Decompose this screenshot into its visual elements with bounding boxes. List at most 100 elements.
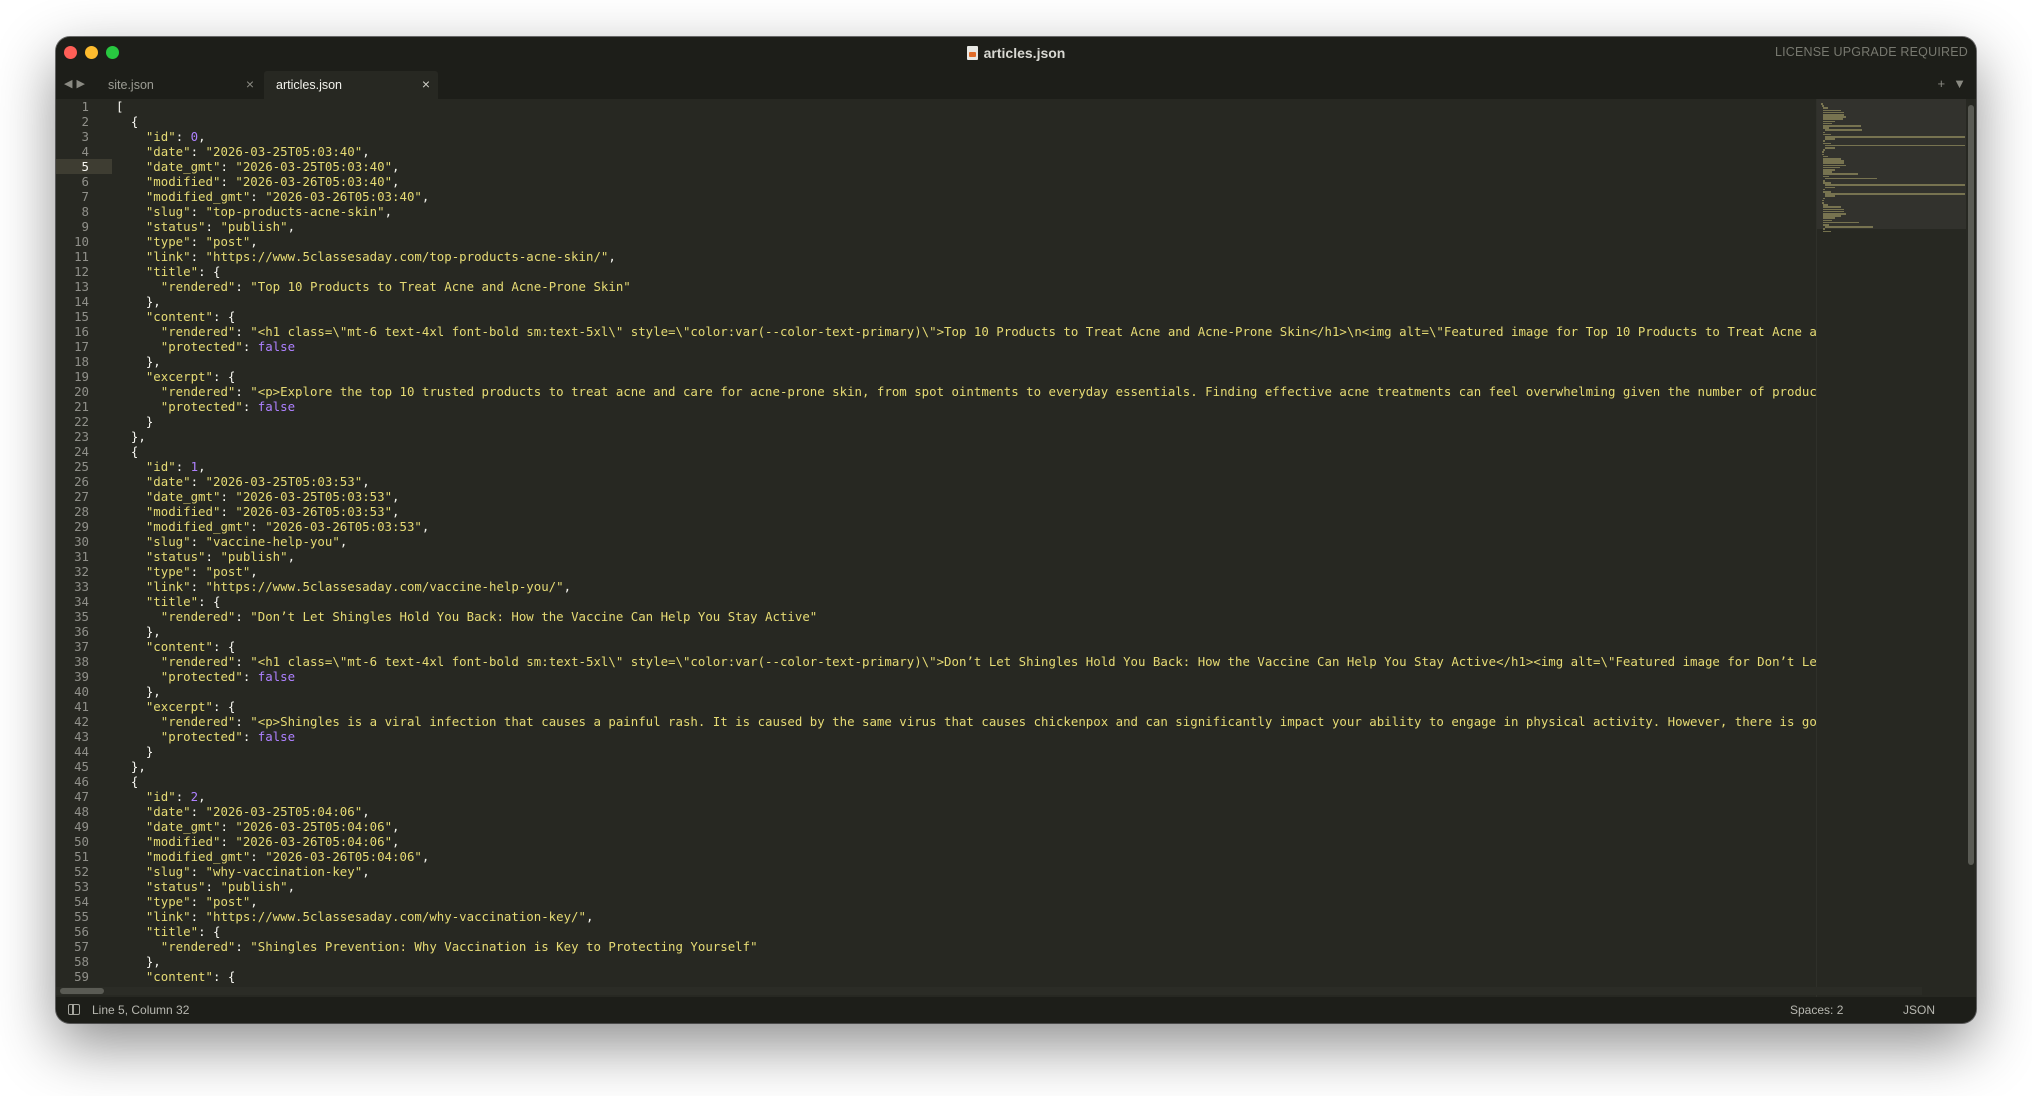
code-line[interactable]: "modified": "2026-03-26T05:04:06", — [112, 834, 1922, 849]
tab-close-icon[interactable]: × — [422, 76, 430, 92]
code-line[interactable]: }, — [112, 954, 1922, 969]
code-line[interactable]: "slug": "vaccine-help-you", — [112, 534, 1922, 549]
line-number: 43 — [74, 729, 89, 744]
code-line[interactable]: "rendered": "<h1 class=\"mt-6 text-4xl f… — [112, 324, 1922, 339]
code-line[interactable]: "content": { — [112, 639, 1922, 654]
line-number: 34 — [74, 594, 89, 609]
code-line[interactable]: "content": { — [112, 969, 1922, 984]
code-line[interactable]: "protected": false — [112, 339, 1922, 354]
code-line[interactable]: }, — [112, 624, 1922, 639]
code-line[interactable]: "id": 1, — [112, 459, 1922, 474]
line-number: 28 — [74, 504, 89, 519]
syntax-selector[interactable]: JSON — [1903, 1003, 1935, 1017]
minimap[interactable] — [1816, 99, 1966, 997]
code-line[interactable]: }, — [112, 354, 1922, 369]
code-line[interactable]: "title": { — [112, 594, 1922, 609]
code-line[interactable]: "title": { — [112, 924, 1922, 939]
code-line[interactable]: [ — [112, 99, 1922, 114]
horizontal-scrollbar[interactable] — [56, 987, 1922, 995]
code-line[interactable]: }, — [112, 684, 1922, 699]
code-line[interactable]: "rendered": "Top 10 Products to Treat Ac… — [112, 279, 1922, 294]
code-line[interactable]: "id": 2, — [112, 789, 1922, 804]
code-line[interactable]: "date": "2026-03-25T05:04:06", — [112, 804, 1922, 819]
back-arrow-icon[interactable]: ◀ — [64, 77, 72, 90]
code-line[interactable]: "status": "publish", — [112, 219, 1922, 234]
code-line[interactable]: "protected": false — [112, 399, 1922, 414]
tab-menu-icon[interactable]: ▼ — [1953, 76, 1966, 91]
code-line[interactable]: "date_gmt": "2026-03-25T05:03:53", — [112, 489, 1922, 504]
code-line[interactable]: "modified": "2026-03-26T05:03:40", — [112, 174, 1922, 189]
code-line[interactable]: "rendered": "<p>Explore the top 10 trust… — [112, 384, 1922, 399]
code-line[interactable]: }, — [112, 429, 1922, 444]
code-line[interactable]: } — [112, 744, 1922, 759]
line-number: 38 — [74, 654, 89, 669]
code-line[interactable]: "protected": false — [112, 729, 1922, 744]
code-line[interactable]: "content": { — [112, 309, 1922, 324]
code-line[interactable]: }, — [112, 294, 1922, 309]
code-line[interactable]: } — [112, 414, 1922, 429]
code-line[interactable]: "id": 0, — [112, 129, 1922, 144]
code-line[interactable]: "date_gmt": "2026-03-25T05:03:40", — [112, 159, 1922, 174]
new-tab-icon[interactable]: + — [1938, 76, 1946, 91]
code-line[interactable]: "rendered": "Shingles Prevention: Why Va… — [112, 939, 1922, 954]
code-line[interactable]: "title": { — [112, 264, 1922, 279]
tab-site-json[interactable]: site.json × — [96, 71, 262, 99]
line-number: 42 — [74, 714, 89, 729]
code-line[interactable]: "modified_gmt": "2026-03-26T05:03:40", — [112, 189, 1922, 204]
code-line[interactable]: "excerpt": { — [112, 699, 1922, 714]
code-line[interactable]: { — [112, 444, 1922, 459]
code-line[interactable]: "status": "publish", — [112, 549, 1922, 564]
line-number: 54 — [74, 894, 89, 909]
code-line[interactable]: "type": "post", — [112, 564, 1922, 579]
minimap-line — [1824, 195, 1836, 197]
cursor-position[interactable]: Line 5, Column 32 — [92, 1003, 189, 1017]
minimap-line — [1824, 129, 1863, 131]
code-line[interactable]: "rendered": "<p>Shingles is a viral infe… — [112, 714, 1922, 729]
code-line[interactable]: "link": "https://www.5classesaday.com/to… — [112, 249, 1922, 264]
tab-label: site.json — [108, 78, 154, 92]
close-window-icon[interactable] — [64, 46, 77, 59]
code-line[interactable]: "modified": "2026-03-26T05:03:53", — [112, 504, 1922, 519]
code-line[interactable]: "link": "https://www.5classesaday.com/va… — [112, 579, 1922, 594]
code-view[interactable]: [ { "id": 0, "date": "2026-03-25T05:03:4… — [112, 99, 1922, 997]
code-line[interactable]: "link": "https://www.5classesaday.com/wh… — [112, 909, 1922, 924]
code-line[interactable]: "excerpt": { — [112, 369, 1922, 384]
line-number: 24 — [74, 444, 89, 459]
line-number: 23 — [74, 429, 89, 444]
code-line[interactable]: }, — [112, 759, 1922, 774]
maximize-icon[interactable] — [106, 46, 119, 59]
code-line[interactable]: "rendered": "Don’t Let Shingles Hold You… — [112, 609, 1922, 624]
code-line[interactable]: "date_gmt": "2026-03-25T05:04:06", — [112, 819, 1922, 834]
code-line[interactable]: { — [112, 774, 1922, 789]
code-line[interactable]: { — [112, 114, 1922, 129]
horizontal-scroll-thumb[interactable] — [60, 988, 104, 994]
minimize-icon[interactable] — [85, 46, 98, 59]
line-number: 3 — [81, 129, 89, 144]
code-line[interactable]: "modified_gmt": "2026-03-26T05:03:53", — [112, 519, 1922, 534]
sidebar-toggle-icon[interactable] — [68, 1004, 80, 1015]
code-line[interactable]: "date": "2026-03-25T05:03:53", — [112, 474, 1922, 489]
minimap-line — [1824, 184, 1965, 186]
line-number: 31 — [74, 549, 89, 564]
code-line[interactable]: "slug": "why-vaccination-key", — [112, 864, 1922, 879]
tab-close-icon[interactable]: × — [246, 76, 254, 92]
tab-articles-json[interactable]: articles.json × — [264, 71, 438, 99]
line-number: 21 — [74, 399, 89, 414]
code-line[interactable]: "rendered": "<h1 class=\"mt-6 text-4xl f… — [112, 654, 1922, 669]
line-number: 49 — [74, 819, 89, 834]
code-line[interactable]: "status": "publish", — [112, 879, 1922, 894]
code-line[interactable]: "type": "post", — [112, 234, 1922, 249]
code-line[interactable]: "slug": "top-products-acne-skin", — [112, 204, 1922, 219]
line-number: 40 — [74, 684, 89, 699]
code-line[interactable]: "protected": false — [112, 669, 1922, 684]
minimap-line — [1824, 144, 1965, 147]
line-number: 56 — [74, 924, 89, 939]
forward-arrow-icon[interactable]: ▶ — [76, 77, 84, 90]
code-line[interactable]: "type": "post", — [112, 894, 1922, 909]
vertical-scrollbar[interactable] — [1968, 105, 1974, 865]
window-title-group: articles.json — [966, 45, 1065, 61]
indentation-setting[interactable]: Spaces: 2 — [1790, 1003, 1843, 1017]
editor-area[interactable]: 1 2 3 4 5 6 7 8 9 10 11 12 13 14 15 16 17 18 19 20 21 22 23 24 2… — [56, 99, 1922, 997]
code-line[interactable]: "date": "2026-03-25T05:03:40", — [112, 144, 1922, 159]
code-line[interactable]: "modified_gmt": "2026-03-26T05:04:06", — [112, 849, 1922, 864]
